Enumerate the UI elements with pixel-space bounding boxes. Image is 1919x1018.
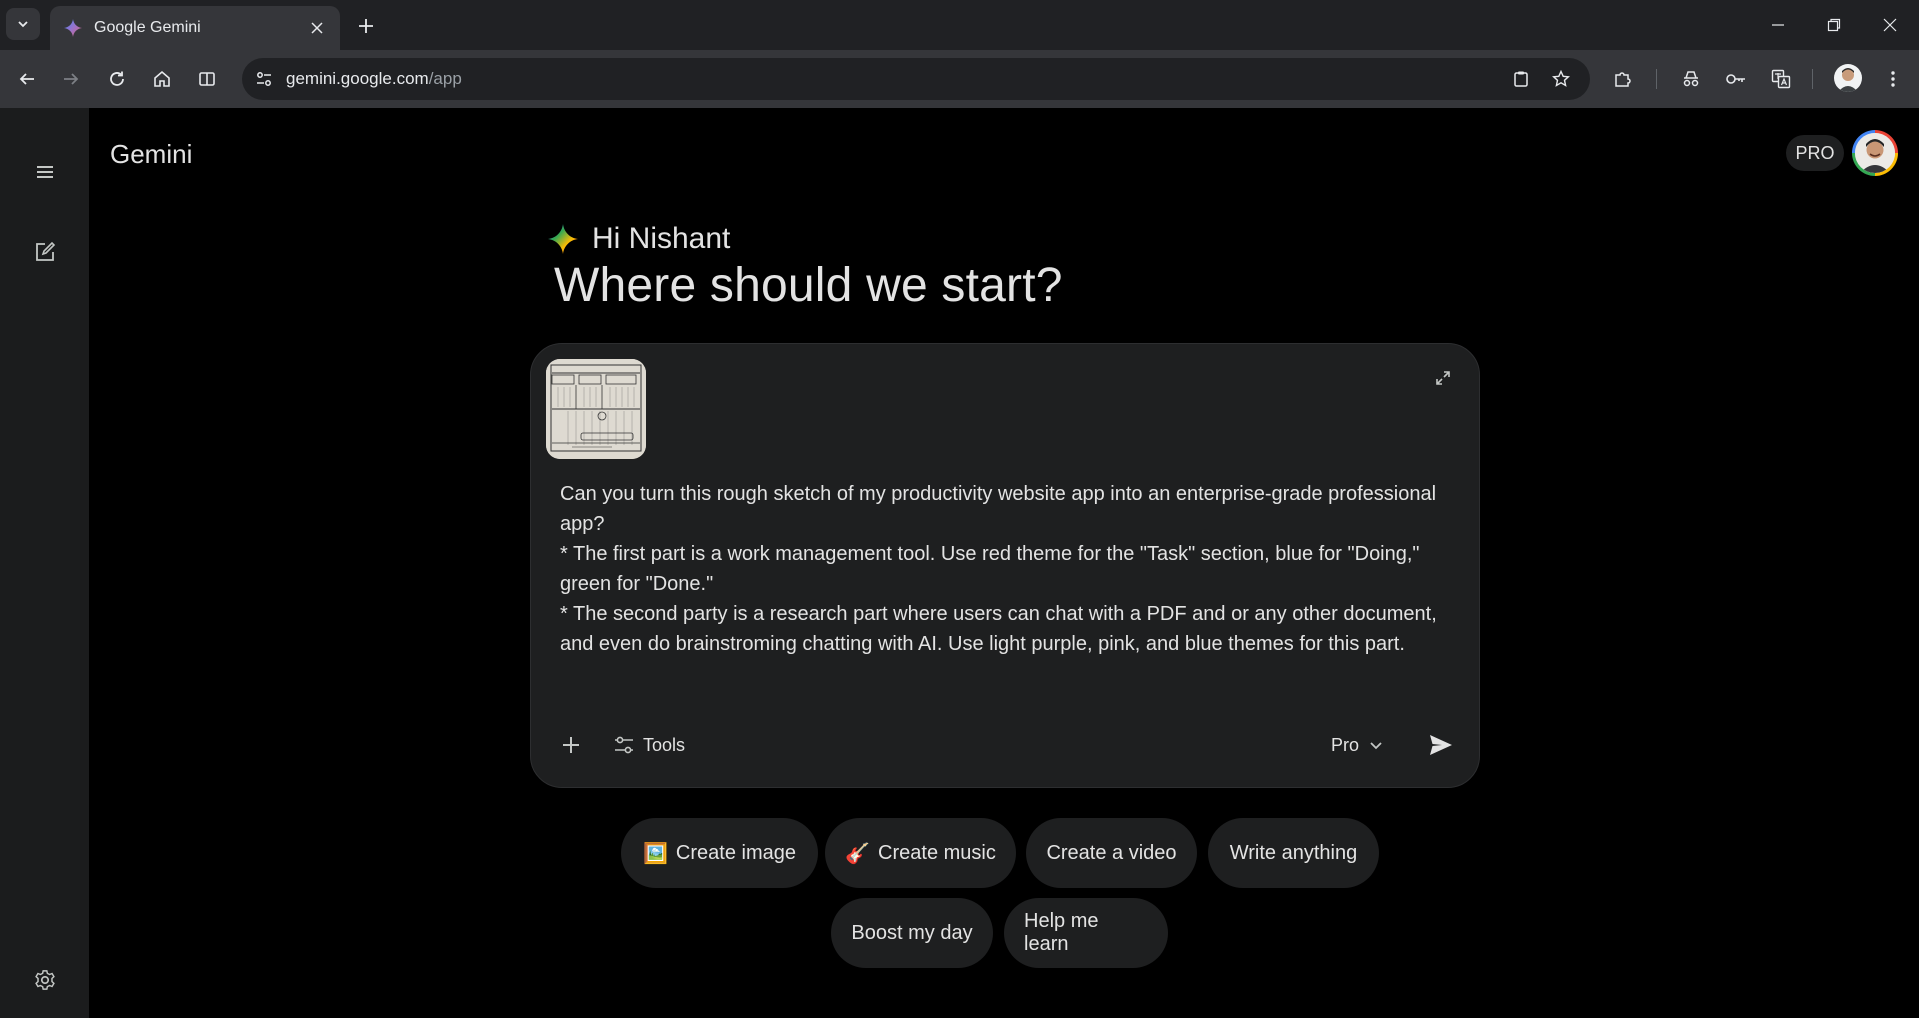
translate-icon: [1771, 69, 1791, 89]
close-icon: [1883, 18, 1897, 32]
browser-toolbar: gemini.google.com/app: [0, 50, 1919, 108]
restore-button[interactable]: [1806, 0, 1862, 50]
picture-icon: 🖼️: [643, 842, 668, 865]
clipboard-icon: [1514, 71, 1528, 87]
browser-tab-strip: Google Gemini: [0, 0, 1919, 50]
account-avatar[interactable]: [1852, 130, 1898, 176]
gemini-spark-icon: [548, 224, 578, 254]
toolbar-separator: [1812, 69, 1813, 89]
chip-label: Help me learn: [1024, 910, 1099, 955]
tools-button[interactable]: Tools: [613, 725, 685, 765]
chip-label: Write anything: [1229, 841, 1358, 864]
main-menu-button[interactable]: [26, 153, 64, 191]
suggestion-help-me-learn[interactable]: Help me learn: [1004, 898, 1168, 968]
split-view-button[interactable]: [192, 64, 222, 94]
side-rail: [0, 108, 89, 1018]
chip-label: Create a video: [1046, 841, 1177, 864]
prompt-text[interactable]: Can you turn this rough sketch of my pro…: [560, 479, 1440, 659]
model-selector[interactable]: Pro: [1331, 725, 1383, 765]
prompt-composer: Can you turn this rough sketch of my pro…: [530, 343, 1480, 788]
greeting: Hi Nishant: [548, 219, 730, 259]
chip-label: Create music: [878, 841, 996, 864]
password-manager-button[interactable]: [1721, 64, 1751, 94]
close-window-button[interactable]: [1862, 0, 1918, 50]
send-icon: [1430, 735, 1452, 755]
page-headline: Where should we start?: [554, 259, 1063, 312]
prompt-line: * The first part is a work management to…: [560, 543, 1420, 595]
prompt-line: * The second party is a research part wh…: [560, 603, 1437, 655]
forward-button[interactable]: [56, 64, 86, 94]
model-label: Pro: [1331, 734, 1360, 755]
toolbar-separator: [1656, 69, 1657, 89]
browser-menu-button[interactable]: [1878, 64, 1908, 94]
expand-icon: [1436, 371, 1450, 385]
expand-composer-button[interactable]: [1429, 364, 1457, 392]
app-title[interactable]: Gemini: [110, 139, 192, 170]
suggestion-create-image[interactable]: 🖼️ Create image: [621, 818, 818, 888]
suggestion-create-music[interactable]: 🎸 Create music: [825, 818, 1016, 888]
home-icon: [154, 70, 170, 87]
plus-icon: [359, 19, 373, 33]
home-button[interactable]: [147, 64, 177, 94]
incognito-icon: [1683, 71, 1699, 87]
chip-label: Create image: [675, 841, 796, 864]
tab-search-button[interactable]: [6, 8, 40, 40]
key-icon: [1726, 74, 1745, 84]
tab-title: Google Gemini: [94, 19, 201, 36]
suggestion-create-video[interactable]: Create a video: [1026, 818, 1197, 888]
tune-icon: [615, 736, 633, 754]
url-text: gemini.google.com/app: [286, 69, 462, 89]
new-chat-button[interactable]: [26, 233, 64, 271]
arrow-right-icon: [64, 73, 79, 85]
translate-button[interactable]: [1766, 64, 1796, 94]
plus-icon: [563, 737, 579, 753]
incognito-extension-button[interactable]: [1676, 64, 1706, 94]
tab-google-gemini[interactable]: Google Gemini: [50, 6, 340, 50]
more-vertical-icon: [1891, 71, 1895, 87]
browser-profile-avatar[interactable]: [1834, 64, 1862, 92]
prompt-line: Can you turn this rough sketch of my pro…: [560, 483, 1437, 535]
guitar-icon: 🎸: [845, 842, 871, 865]
address-bar[interactable]: gemini.google.com/app: [242, 58, 1590, 100]
url-path: /app: [428, 69, 462, 88]
send-button[interactable]: [1421, 725, 1461, 765]
star-icon: [1552, 70, 1570, 87]
clipboard-button[interactable]: [1506, 64, 1536, 94]
reload-icon: [110, 71, 124, 86]
new-tab-button[interactable]: [352, 12, 380, 40]
chevron-down-icon: [1370, 742, 1382, 750]
site-info-button[interactable]: [248, 63, 280, 95]
suggestion-write-anything[interactable]: Write anything: [1208, 818, 1379, 888]
split-view-icon: [199, 72, 215, 86]
tools-label: Tools: [643, 734, 686, 755]
puzzle-icon: [1615, 72, 1631, 87]
add-attachment-button[interactable]: [551, 725, 591, 765]
chevron-down-icon: [18, 21, 28, 28]
minimize-icon: [1772, 24, 1784, 26]
bookmark-button[interactable]: [1546, 64, 1576, 94]
gear-icon: [35, 970, 55, 990]
pro-badge[interactable]: PRO: [1786, 135, 1844, 171]
url-host: gemini.google.com: [286, 69, 429, 88]
back-button[interactable]: [12, 64, 42, 94]
chip-label: Boost my day: [851, 921, 973, 944]
gemini-spark-icon: [64, 19, 82, 37]
edit-icon: [36, 241, 56, 261]
attachment-thumbnail[interactable]: [546, 359, 646, 459]
hamburger-menu-icon: [37, 166, 53, 178]
arrow-left-icon: [19, 73, 34, 85]
reload-button[interactable]: [102, 64, 132, 94]
extensions-button[interactable]: [1608, 64, 1638, 94]
close-tab-icon[interactable]: [306, 17, 328, 39]
greeting-name: Hi Nishant: [592, 222, 731, 255]
settings-button[interactable]: [26, 961, 64, 999]
restore-icon: [1827, 18, 1841, 32]
minimize-button[interactable]: [1750, 0, 1806, 50]
suggestion-boost-my-day[interactable]: Boost my day: [831, 898, 993, 968]
tune-icon: [257, 72, 271, 86]
